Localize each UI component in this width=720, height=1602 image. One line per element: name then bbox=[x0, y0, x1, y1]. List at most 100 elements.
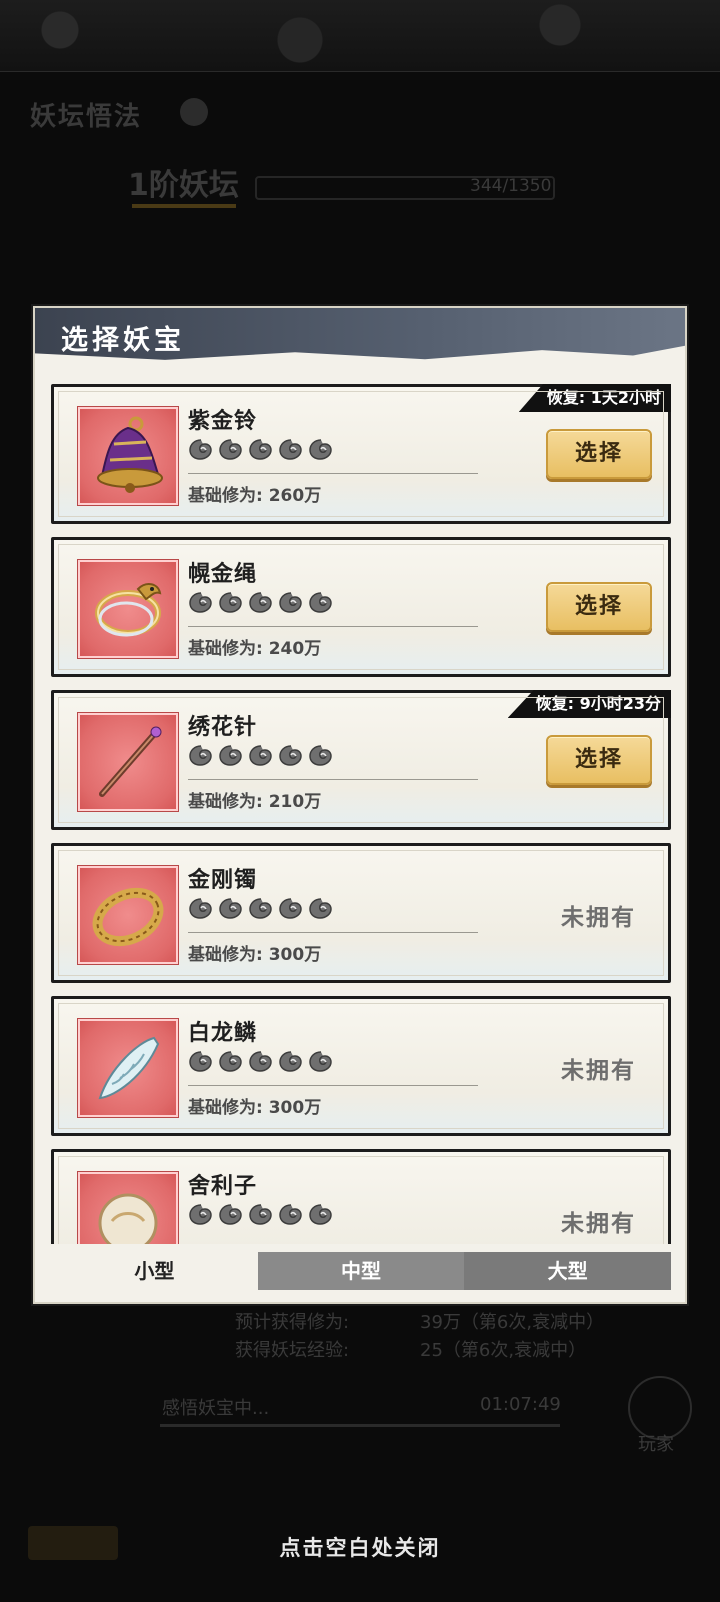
not-owned-label: 未拥有 bbox=[561, 1058, 636, 1084]
divider bbox=[188, 932, 478, 933]
needle-icon bbox=[99, 726, 162, 797]
treasure-card: 白龙鳞 基础修为: 300万 未拥有 bbox=[51, 996, 671, 1136]
swirl-star-icon bbox=[188, 1049, 214, 1073]
swirl-star-icon bbox=[188, 437, 214, 461]
swirl-star-icon bbox=[188, 743, 214, 767]
treasure-card: 紫金铃 基础修为: 260万 恢复: 1天2小时 选择 bbox=[51, 384, 671, 524]
rating-stars bbox=[188, 590, 334, 614]
select-button[interactable]: 选择 bbox=[546, 429, 652, 479]
relic-orb-icon bbox=[98, 1193, 158, 1244]
swirl-star-icon bbox=[248, 896, 274, 920]
swirl-star-icon bbox=[308, 590, 334, 614]
size-tabs: 小型 中型 大型 bbox=[51, 1252, 671, 1290]
rating-stars bbox=[188, 743, 334, 767]
swirl-star-icon bbox=[248, 437, 274, 461]
treasure-thumb bbox=[78, 713, 178, 811]
treasure-name: 舍利子 bbox=[188, 1174, 258, 1199]
swirl-star-icon bbox=[278, 1049, 304, 1073]
bg-altar-exp-label: 获得妖坛经验: bbox=[235, 1340, 350, 1361]
swirl-star-icon bbox=[308, 896, 334, 920]
swirl-star-icon bbox=[278, 896, 304, 920]
gold-bracelet-icon bbox=[92, 887, 164, 947]
swirl-star-icon bbox=[248, 1202, 274, 1226]
swirl-star-icon bbox=[278, 743, 304, 767]
select-button[interactable]: 选择 bbox=[546, 735, 652, 785]
rating-stars bbox=[188, 437, 334, 461]
bg-level-underline bbox=[132, 204, 236, 208]
divider bbox=[188, 779, 478, 780]
treasure-stat: 基础修为: 260万 bbox=[188, 486, 322, 506]
treasure-name: 金刚镯 bbox=[188, 868, 258, 893]
swirl-star-icon bbox=[248, 590, 274, 614]
treasure-card: 金刚镯 基础修为: 300万 未拥有 bbox=[51, 843, 671, 983]
treasure-thumb bbox=[78, 1172, 178, 1244]
bg-expected-cultivation-label: 预计获得修为: bbox=[235, 1312, 350, 1333]
rating-stars bbox=[188, 1202, 334, 1226]
bg-altar-exp-value: 25（第6次,衰减中） bbox=[420, 1340, 587, 1361]
treasure-stat: 基础修为: 240万 bbox=[188, 639, 322, 659]
cooldown-badge: 恢复: 1天2小时 bbox=[518, 384, 671, 412]
treasure-thumb bbox=[78, 560, 178, 658]
treasure-name: 幌金绳 bbox=[188, 562, 258, 587]
swirl-star-icon bbox=[308, 437, 334, 461]
avatar-label: 玩家 bbox=[638, 1434, 674, 1455]
divider bbox=[188, 1085, 478, 1086]
swirl-star-icon bbox=[218, 437, 244, 461]
rating-stars bbox=[188, 896, 334, 920]
swirl-star-icon bbox=[218, 1202, 244, 1226]
bg-status-text: 感悟妖宝中... bbox=[162, 1398, 270, 1419]
swirl-star-icon bbox=[218, 896, 244, 920]
swirl-star-icon bbox=[188, 896, 214, 920]
divider bbox=[188, 473, 478, 474]
cooldown-badge: 恢复: 9小时23分 bbox=[507, 690, 671, 718]
treasure-name: 紫金铃 bbox=[188, 409, 258, 434]
bg-altar-level: 1阶妖坛 bbox=[128, 168, 239, 203]
swirl-star-icon bbox=[308, 1202, 334, 1226]
purple-bell-icon bbox=[97, 416, 163, 493]
close-hint[interactable]: 点击空白处关闭 bbox=[0, 1532, 720, 1562]
swirl-star-icon bbox=[278, 1202, 304, 1226]
not-owned-label: 未拥有 bbox=[561, 1211, 636, 1237]
bg-status-bar bbox=[160, 1424, 560, 1427]
swirl-star-icon bbox=[188, 1202, 214, 1226]
not-owned-label: 未拥有 bbox=[561, 905, 636, 931]
bg-page-title: 妖坛悟法 bbox=[30, 102, 143, 132]
treasure-thumb bbox=[78, 1019, 178, 1117]
treasure-thumb bbox=[78, 407, 178, 505]
treasure-stat: 基础修为: 210万 bbox=[188, 792, 322, 812]
swirl-star-icon bbox=[218, 743, 244, 767]
swirl-star-icon bbox=[248, 1049, 274, 1073]
rating-stars bbox=[188, 1049, 334, 1073]
swirl-star-icon bbox=[248, 743, 274, 767]
swirl-star-icon bbox=[218, 1049, 244, 1073]
top-decor-band bbox=[0, 0, 720, 72]
info-icon bbox=[180, 98, 208, 126]
golden-rope-icon bbox=[95, 583, 162, 637]
bg-expected-cultivation-value: 39万（第6次,衰减中） bbox=[420, 1312, 605, 1333]
swirl-star-icon bbox=[218, 590, 244, 614]
tab-medium[interactable]: 中型 bbox=[257, 1252, 465, 1290]
select-button[interactable]: 选择 bbox=[546, 582, 652, 632]
bg-progress-text: 344/1350 bbox=[470, 176, 552, 196]
select-treasure-modal: 选择妖宝 紫金铃 基础修为: 260万 恢复: 1天2小时 选择 幌金绳 基础修… bbox=[33, 306, 687, 1304]
tab-small[interactable]: 小型 bbox=[51, 1252, 258, 1290]
swirl-star-icon bbox=[278, 437, 304, 461]
swirl-star-icon bbox=[188, 590, 214, 614]
bg-timer: 01:07:49 bbox=[480, 1394, 561, 1415]
tab-large[interactable]: 大型 bbox=[464, 1252, 671, 1290]
treasure-card: 舍利子 未拥有 bbox=[51, 1149, 671, 1244]
treasure-name: 绣花针 bbox=[188, 715, 258, 740]
treasure-thumb bbox=[78, 866, 178, 964]
swirl-star-icon bbox=[308, 1049, 334, 1073]
treasure-list[interactable]: 紫金铃 基础修为: 260万 恢复: 1天2小时 选择 幌金绳 基础修为: 24… bbox=[51, 384, 671, 1244]
treasure-stat: 基础修为: 300万 bbox=[188, 945, 322, 965]
swirl-star-icon bbox=[308, 743, 334, 767]
modal-title: 选择妖宝 bbox=[61, 325, 185, 356]
treasure-name: 白龙鳞 bbox=[188, 1021, 258, 1046]
treasure-stat: 基础修为: 300万 bbox=[188, 1098, 322, 1118]
swirl-star-icon bbox=[278, 590, 304, 614]
divider bbox=[188, 626, 478, 627]
treasure-card: 绣花针 基础修为: 210万 恢复: 9小时23分 选择 bbox=[51, 690, 671, 830]
treasure-card: 幌金绳 基础修为: 240万 选择 bbox=[51, 537, 671, 677]
dragon-scale-icon bbox=[98, 1036, 160, 1100]
